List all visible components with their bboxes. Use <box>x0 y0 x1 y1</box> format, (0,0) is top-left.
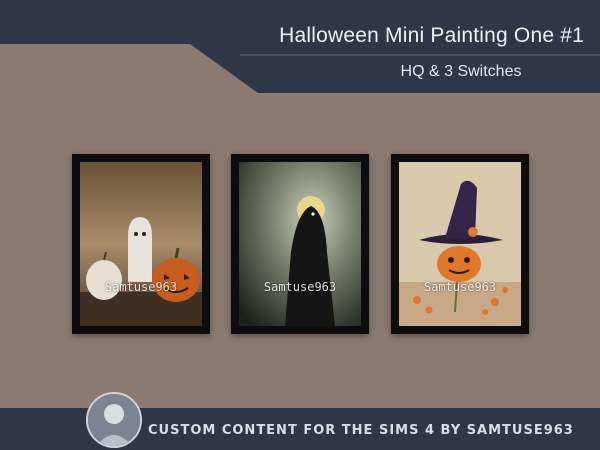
painting-frame-ghost[interactable]: Samtuse963 <box>72 154 210 334</box>
painting-frame-hooded-figure[interactable]: Samtuse963 <box>231 154 369 334</box>
page-title: Halloween Mini Painting One #1 <box>279 24 584 47</box>
ghost-painting-image <box>80 162 202 326</box>
title-banner: Halloween Mini Painting One #1 HQ & 3 Sw… <box>0 0 600 96</box>
painting-canvas-witch-pumpkin: Samtuse963 <box>399 162 521 326</box>
painting-frame-witch-pumpkin[interactable]: Samtuse963 <box>391 154 529 334</box>
watermark-text: Samtuse963 <box>263 280 337 294</box>
avatar-image <box>88 394 140 446</box>
witch-pumpkin-painting-image <box>399 162 521 326</box>
painting-canvas-hooded-figure: Samtuse963 <box>239 162 361 326</box>
footer-credit: CUSTOM CONTENT FOR THE SIMS 4 BY SAMTUSE… <box>148 423 574 438</box>
watermark-text: Samtuse963 <box>104 280 178 294</box>
creator-avatar <box>86 392 142 448</box>
watermark-text: Samtuse963 <box>423 280 497 294</box>
painting-canvas-ghost: Samtuse963 <box>80 162 202 326</box>
banner-shape <box>0 44 600 93</box>
hooded-figure-painting-image <box>239 162 361 326</box>
page-subtitle: HQ & 3 Switches <box>400 63 522 80</box>
